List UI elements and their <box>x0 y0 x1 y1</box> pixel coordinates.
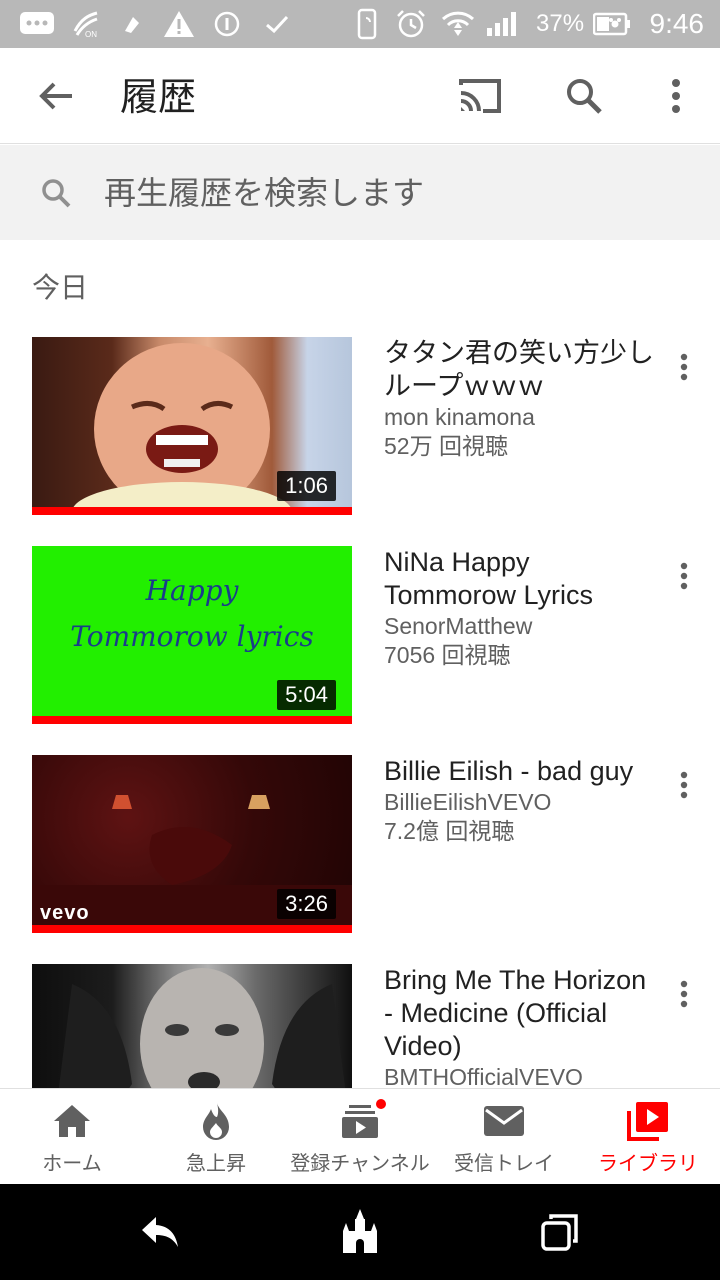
app-bar: 履歴 <box>0 48 720 144</box>
nav-inbox[interactable]: 受信トレイ <box>432 1089 576 1185</box>
video-duration: 1:06 <box>277 471 336 501</box>
more-options-button[interactable] <box>656 72 696 120</box>
castle-icon <box>343 1209 377 1253</box>
video-thumbnail[interactable]: Happy Tommorow lyrics 5:04 <box>32 546 352 724</box>
video-title[interactable]: タタン君の笑い方少しループｗｗｗ <box>384 337 654 403</box>
check-icon <box>262 10 292 38</box>
notification-badge <box>374 1097 388 1111</box>
search-button[interactable] <box>552 72 616 120</box>
video-menu-button[interactable] <box>664 974 704 1014</box>
usb-debug-icon <box>118 10 146 38</box>
nav-label: ホーム <box>42 1151 102 1175</box>
nav-home[interactable]: ホーム <box>0 1089 144 1185</box>
bottom-navigation: ホーム 急上昇 登録チャンネル 受信トレイ ライブラリ <box>0 1088 720 1184</box>
video-menu-button[interactable] <box>664 556 704 596</box>
svg-text:ON: ON <box>85 30 97 39</box>
more-vert-icon <box>680 771 688 799</box>
system-back-button[interactable] <box>128 1208 192 1256</box>
cast-button[interactable] <box>448 72 512 120</box>
back-button[interactable] <box>24 72 88 120</box>
video-duration: 3:26 <box>277 889 336 919</box>
message-icon <box>18 10 56 38</box>
vevo-logo: vevo <box>40 902 90 924</box>
video-thumbnail[interactable]: vevo 3:26 <box>32 755 352 933</box>
vibrate-icon <box>352 8 382 40</box>
arrow-back-icon <box>39 82 72 110</box>
wifi-icon <box>440 10 476 38</box>
watch-progress-bar <box>32 925 352 933</box>
nav-label: 受信トレイ <box>454 1151 554 1175</box>
video-title[interactable]: Billie Eilish - bad guy <box>384 755 654 788</box>
view-count: 7056 回視聴 <box>384 642 511 668</box>
battery-percent: 37% <box>536 10 585 37</box>
thumbnail-text: Happy Tommorow lyrics <box>70 574 314 653</box>
page-title: 履歴 <box>120 75 197 119</box>
system-navigation-bar <box>0 1184 720 1280</box>
watch-progress-bar <box>32 507 352 515</box>
system-recents-button[interactable] <box>528 1208 592 1256</box>
nav-label: 登録チャンネル <box>290 1151 430 1175</box>
nav-library[interactable]: ライブラリ <box>576 1089 720 1185</box>
more-vert-icon <box>680 353 688 381</box>
search-icon <box>42 179 71 208</box>
info-icon <box>212 10 242 38</box>
recents-icon <box>541 1214 578 1251</box>
view-count: 7.2億 回視聴 <box>384 818 515 844</box>
nav-trending[interactable]: 急上昇 <box>144 1089 288 1185</box>
history-search-bar <box>0 145 720 240</box>
view-count: 52万 回視聴 <box>384 433 508 459</box>
video-list-item[interactable]: Bring Me The Horizon - Medicine (Officia… <box>0 964 720 1088</box>
battery-icon <box>592 10 632 38</box>
video-menu-button[interactable] <box>664 765 704 805</box>
subscriptions-icon <box>338 1097 388 1141</box>
warning-icon <box>162 10 196 38</box>
channel-name: SenorMatthew <box>384 613 533 639</box>
system-home-button[interactable] <box>328 1208 392 1256</box>
video-list-item[interactable]: Happy Tommorow lyrics 5:04 NiNa Happy To… <box>0 546 720 726</box>
home-icon <box>50 1101 94 1141</box>
more-vert-icon <box>672 79 680 113</box>
video-list-item[interactable]: 1:06 タタン君の笑い方少しループｗｗｗ mon kinamona 52万 回… <box>0 337 720 517</box>
channel-name: BMTHOfficialVEVO <box>384 1064 583 1088</box>
watch-progress-bar <box>32 716 352 724</box>
channel-name: BillieEilishVEVO <box>384 789 552 815</box>
nav-subscriptions[interactable]: 登録チャンネル <box>288 1089 432 1185</box>
cast-icon <box>459 79 501 113</box>
library-icon <box>626 1101 670 1141</box>
channel-name: mon kinamona <box>384 404 535 430</box>
clock: 9:46 <box>649 8 705 39</box>
video-thumbnail[interactable]: 1:06 <box>32 337 352 515</box>
video-thumbnail[interactable] <box>32 964 352 1088</box>
more-vert-icon <box>680 980 688 1008</box>
flame-icon <box>194 1101 238 1141</box>
mail-icon <box>482 1101 526 1141</box>
nfc-on-icon: ON <box>70 10 102 39</box>
video-list-item[interactable]: vevo 3:26 Billie Eilish - bad guy Billie… <box>0 755 720 935</box>
section-header-today: 今日 <box>32 271 89 304</box>
video-title[interactable]: NiNa Happy Tommorow Lyrics <box>384 546 654 612</box>
nav-label: 急上昇 <box>186 1151 246 1175</box>
more-vert-icon <box>680 562 688 590</box>
search-icon <box>567 79 602 114</box>
video-menu-button[interactable] <box>664 347 704 387</box>
alarm-icon <box>394 10 428 38</box>
video-title[interactable]: Bring Me The Horizon - Medicine (Officia… <box>384 964 654 1063</box>
signal-icon <box>484 10 520 38</box>
status-bar: ON 37% 9:46 <box>0 0 720 48</box>
back-arrow-icon <box>142 1217 178 1247</box>
video-duration: 5:04 <box>277 680 336 710</box>
history-search-input[interactable] <box>104 167 694 219</box>
nav-label: ライブラリ <box>598 1151 698 1175</box>
